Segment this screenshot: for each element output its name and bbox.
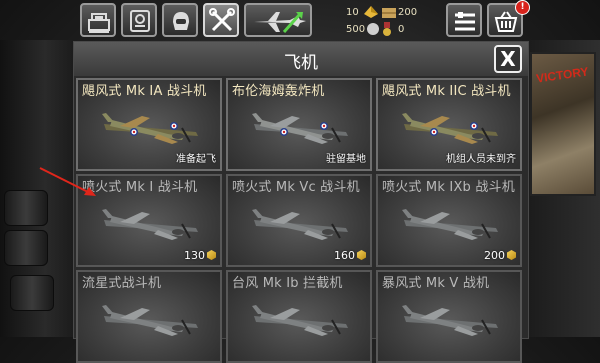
aircraft-price: 130: [184, 249, 216, 262]
aircraft-card[interactable]: 布伦海姆轰炸机驻留基地: [226, 78, 372, 171]
crossed-wrenches-icon: [209, 8, 235, 32]
gold-coin-icon: [357, 250, 366, 260]
price-value: 200: [484, 249, 505, 262]
panel-title: 飞机: [284, 53, 318, 73]
price-value: 130: [184, 249, 205, 262]
workshop-button[interactable]: [203, 3, 239, 37]
panel-header: 飞机 X: [74, 42, 528, 76]
price-value: 160: [334, 249, 355, 262]
close-button[interactable]: X: [494, 45, 522, 73]
aircraft-name: 喷火式 Mk IXb 战斗机: [382, 180, 515, 195]
aircraft-name: 喷火式 Mk I 战斗机: [82, 180, 198, 195]
aircraft-name: 飓风式 Mk IIC 战斗机: [382, 84, 511, 99]
gold-icon: [364, 6, 378, 18]
aircraft-card[interactable]: 飓风式 Mk IIC 战斗机机组人员未到齐: [376, 78, 522, 171]
aircraft-upgrade-icon: [254, 12, 306, 33]
aircraft-card[interactable]: 飓风式 Mk IA 战斗机准备起飞: [76, 78, 222, 171]
aircraft-name: 流星式战斗机: [82, 276, 162, 291]
shop-notification-badge: !: [515, 0, 530, 15]
hangar-icon: [88, 13, 110, 33]
aircraft-card[interactable]: 流星式战斗机: [76, 270, 222, 363]
medals-counter: 0: [398, 24, 404, 36]
aircraft-name: 暴风式 Mk V 战机: [382, 276, 490, 291]
settings-sliders-icon: [455, 12, 475, 31]
gold-coin-icon: [207, 250, 216, 260]
top-bar: 10 200 500 0 !: [0, 0, 600, 40]
aircraft-card[interactable]: 喷火式 Mk I 战斗机 130: [76, 174, 222, 267]
supplies-icon: [382, 8, 396, 18]
aircraft-price: 200: [484, 249, 516, 262]
medal-icon: [383, 22, 391, 36]
aircraft-card[interactable]: 喷火式 Mk Vc 战斗机 160: [226, 174, 372, 267]
aircraft-status: 驻留基地: [326, 154, 366, 165]
silver-value: 500: [346, 24, 366, 35]
gold-counter: 10: [346, 7, 359, 19]
aircraft-card[interactable]: 台风 Mk Ib 拦截机: [226, 270, 372, 363]
aircraft-panel: 飞机 X 飓风式 Mk IA 战斗机 准备起飞 布伦海姆轰炸机 驻留基地 飓风式 Mk …: [73, 41, 529, 363]
supplies-value: 200: [398, 7, 418, 18]
hangar-button[interactable]: [80, 3, 116, 37]
poster-text: VICTORY: [535, 64, 590, 86]
map-button[interactable]: [121, 3, 157, 37]
shop-basket-icon: [494, 11, 518, 32]
barrel: [4, 230, 48, 266]
hangar-left-wall: [0, 40, 75, 337]
victory-poster: VICTORY: [530, 52, 596, 196]
aircraft-name: 台风 Mk Ib 拦截机: [232, 276, 343, 291]
pilot-helmet-icon: [173, 12, 189, 30]
upgrade-button[interactable]: [244, 3, 312, 37]
aircraft-card[interactable]: 喷火式 Mk IXb 战斗机 200: [376, 174, 522, 267]
pilot-button[interactable]: [162, 3, 198, 37]
gold-coin-icon: [507, 250, 516, 260]
silver-icon: [367, 23, 379, 35]
aircraft-status: 机组人员未到齐: [446, 154, 516, 165]
aircraft-name: 喷火式 Mk Vc 战斗机: [232, 180, 360, 195]
supplies-counter: 200: [398, 7, 417, 19]
aircraft-status: 准备起飞: [176, 154, 216, 165]
gold-value: 10: [346, 7, 359, 18]
aircraft-name: 布伦海姆轰炸机: [232, 84, 325, 99]
silver-counter: 500: [346, 24, 365, 36]
settings-button[interactable]: [446, 3, 482, 37]
map-tab-icon: [130, 10, 150, 32]
barrel: [4, 190, 48, 226]
aircraft-name: 飓风式 Mk IA 战斗机: [82, 84, 207, 99]
medals-value: 0: [398, 24, 405, 35]
aircraft-price: 160: [334, 249, 366, 262]
aircraft-card[interactable]: 暴风式 Mk V 战机: [376, 270, 522, 363]
barrel: [10, 275, 54, 311]
